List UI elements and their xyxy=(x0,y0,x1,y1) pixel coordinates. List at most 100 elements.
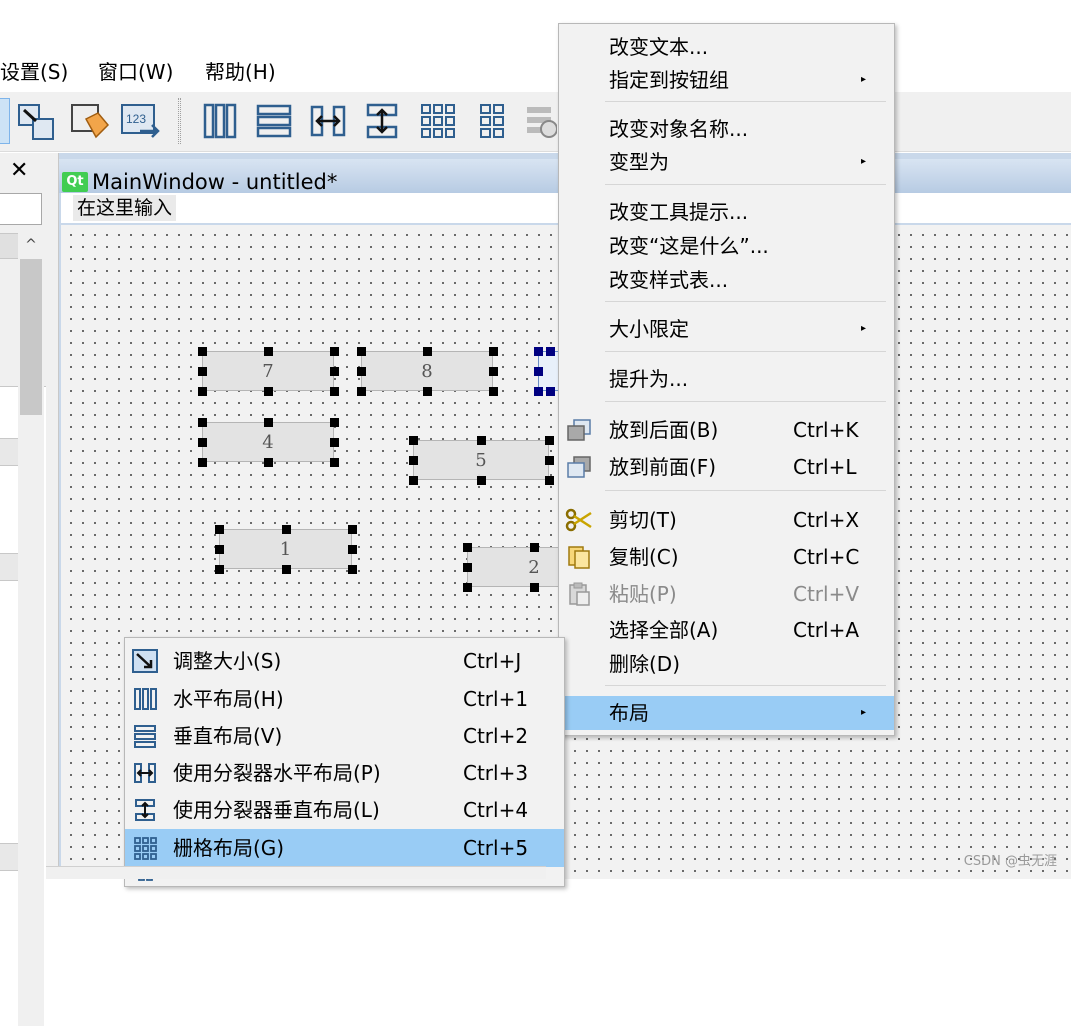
resize-handle[interactable] xyxy=(489,347,498,356)
resize-handle[interactable] xyxy=(330,367,339,376)
resize-handle[interactable] xyxy=(409,476,418,485)
widget-button[interactable]: 7 xyxy=(202,351,334,391)
menu-item-send-to-back[interactable]: 放到后面(B) Ctrl+K xyxy=(559,413,894,447)
resize-handle[interactable] xyxy=(534,347,543,356)
resize-handle[interactable] xyxy=(409,456,418,465)
edit-signals-slots-button[interactable] xyxy=(12,98,60,144)
resize-handle[interactable] xyxy=(281,525,291,534)
toolbar-horizontal-layout-button[interactable] xyxy=(196,98,244,144)
widget-button[interactable]: 5 xyxy=(413,440,549,480)
resize-handle[interactable] xyxy=(463,563,472,572)
widget-filter-input[interactable] xyxy=(0,193,42,225)
resize-handle[interactable] xyxy=(530,543,539,552)
resize-handle[interactable] xyxy=(477,436,486,445)
resize-handle[interactable] xyxy=(489,387,498,396)
toolbar-horizontal-splitter-button[interactable] xyxy=(304,98,352,144)
resize-handle[interactable] xyxy=(281,565,291,574)
resize-handle[interactable] xyxy=(357,347,366,356)
resize-handle[interactable] xyxy=(534,367,543,376)
scrollbar-thumb[interactable] xyxy=(20,259,42,415)
menu-item-change-object-name[interactable]: 改变对象名称... xyxy=(559,112,894,146)
menu-item-promote-to[interactable]: 提升为... xyxy=(559,362,894,396)
resize-handle[interactable] xyxy=(264,387,273,396)
resize-handle[interactable] xyxy=(264,418,273,427)
menu-item-delete[interactable]: 删除(D) xyxy=(559,647,894,681)
close-icon[interactable]: ✕ xyxy=(10,159,28,183)
resize-handle[interactable] xyxy=(357,387,366,396)
menu-item-change-tooltip[interactable]: 改变工具提示... xyxy=(559,195,894,229)
toolbar-vertical-splitter-button[interactable] xyxy=(358,98,406,144)
widget-button[interactable]: 1 xyxy=(219,529,352,569)
menu-item-bring-to-front[interactable]: 放到前面(F) Ctrl+L xyxy=(559,450,894,484)
resize-handle[interactable] xyxy=(530,583,539,592)
menu-item-assign-button-group[interactable]: 指定到按钮组 ▸ xyxy=(559,63,894,97)
submenu-item-grid-layout[interactable]: 栅格布局(G) Ctrl+5 xyxy=(125,829,564,867)
submenu-item-horizontal-splitter[interactable]: 使用分裂器水平布局(P) Ctrl+3 xyxy=(125,756,564,790)
menu-item-layout[interactable]: 布局 ▸ xyxy=(559,696,894,730)
toolbar-form-layout-button[interactable] xyxy=(468,98,516,144)
resize-handle[interactable] xyxy=(463,583,472,592)
resize-handle[interactable] xyxy=(409,436,418,445)
resize-handle[interactable] xyxy=(198,418,207,427)
menu-item-paste[interactable]: 粘贴(P) Ctrl+V xyxy=(559,577,894,611)
resize-handle[interactable] xyxy=(215,525,224,534)
resize-handle[interactable] xyxy=(264,347,273,356)
menu-window[interactable]: 窗口(W) xyxy=(98,58,173,86)
resize-handle[interactable] xyxy=(264,458,273,467)
resize-handle[interactable] xyxy=(545,456,554,465)
widget-category-row[interactable] xyxy=(0,438,18,466)
resize-handle[interactable] xyxy=(198,458,207,467)
resize-handle[interactable] xyxy=(330,418,339,427)
resize-handle[interactable] xyxy=(330,438,339,447)
resize-handle[interactable] xyxy=(357,367,366,376)
edit-tab-order-button[interactable]: 123 xyxy=(118,98,166,144)
edit-widgets-button[interactable] xyxy=(0,98,10,144)
menu-item-change-text[interactable]: 改变文本... xyxy=(559,30,894,64)
resize-handle[interactable] xyxy=(348,545,357,554)
edit-buddies-button[interactable] xyxy=(66,98,114,144)
resize-handle[interactable] xyxy=(423,387,432,396)
menu-item-size-constraints[interactable]: 大小限定 ▸ xyxy=(559,312,894,346)
toolbar-grid-layout-button[interactable] xyxy=(414,98,462,144)
submenu-item-adjust-size[interactable]: 调整大小(S) Ctrl+J xyxy=(125,644,564,678)
resize-handle[interactable] xyxy=(198,347,207,356)
toolbar-break-layout-button[interactable] xyxy=(520,98,558,144)
menu-item-cut[interactable]: 剪切(T) Ctrl+X xyxy=(559,503,894,537)
menu-item-change-whats-this[interactable]: 改变“这是什么”... xyxy=(559,229,894,263)
widget-category-row[interactable] xyxy=(0,843,18,871)
type-here-menu-item[interactable]: 在这里输入 xyxy=(73,195,177,221)
resize-handle[interactable] xyxy=(477,476,486,485)
resize-handle[interactable] xyxy=(546,347,555,356)
widget-button[interactable]: 8 xyxy=(361,351,493,391)
resize-handle[interactable] xyxy=(545,476,554,485)
resize-handle[interactable] xyxy=(215,545,224,554)
resize-handle[interactable] xyxy=(330,387,339,396)
menu-help[interactable]: 帮助(H) xyxy=(205,58,276,86)
submenu-item-vertical-layout[interactable]: 垂直布局(V) Ctrl+2 xyxy=(125,719,564,753)
resize-handle[interactable] xyxy=(463,543,472,552)
menu-item-copy[interactable]: 复制(C) Ctrl+C xyxy=(559,540,894,574)
menu-item-change-stylesheet[interactable]: 改变样式表... xyxy=(559,263,894,297)
widget-category-row[interactable] xyxy=(0,553,18,581)
resize-handle[interactable] xyxy=(198,387,207,396)
resize-handle[interactable] xyxy=(330,458,339,467)
resize-handle[interactable] xyxy=(545,436,554,445)
resize-handle[interactable] xyxy=(534,387,543,396)
submenu-item-vertical-splitter[interactable]: 使用分裂器垂直布局(L) Ctrl+4 xyxy=(125,793,564,827)
resize-handle[interactable] xyxy=(423,347,432,356)
menu-item-select-all[interactable]: 选择全部(A) Ctrl+A xyxy=(559,613,894,647)
resize-handle[interactable] xyxy=(546,387,555,396)
resize-handle[interactable] xyxy=(489,367,498,376)
scroll-up-icon[interactable]: ^ xyxy=(18,233,44,257)
widget-button[interactable]: 4 xyxy=(202,422,334,462)
toolbar-vertical-layout-button[interactable] xyxy=(250,98,298,144)
resize-handle[interactable] xyxy=(198,438,207,447)
submenu-item-horizontal-layout[interactable]: 水平布局(H) Ctrl+1 xyxy=(125,682,564,716)
menu-settings[interactable]: 设置(S) xyxy=(0,58,68,86)
resize-handle[interactable] xyxy=(330,347,339,356)
canvas-scrollbar[interactable] xyxy=(46,866,546,879)
menu-item-morph-into[interactable]: 变型为 ▸ xyxy=(559,145,894,179)
resize-handle[interactable] xyxy=(348,565,357,574)
resize-handle[interactable] xyxy=(198,367,207,376)
resize-handle[interactable] xyxy=(215,565,224,574)
